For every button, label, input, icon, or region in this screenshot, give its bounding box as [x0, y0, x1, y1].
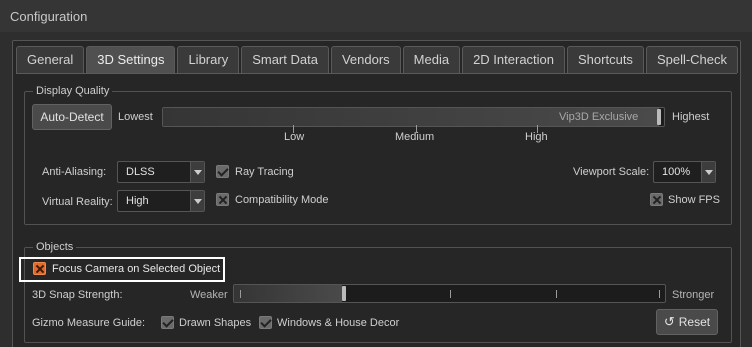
tab-general[interactable]: General: [16, 46, 85, 73]
quality-slider-value-label: Vip3D Exclusive: [559, 111, 639, 123]
snap-tick: [450, 290, 451, 298]
anti-aliasing-select[interactable]: DLSS: [117, 161, 205, 183]
highest-label: Highest: [672, 111, 710, 123]
snap-tick: [659, 290, 660, 298]
tick-label-low: Low: [284, 131, 305, 143]
viewport-scale-label: Viewport Scale:: [573, 166, 650, 178]
show-fps-label: Show FPS: [668, 194, 720, 206]
chevron-down-icon: [701, 162, 715, 182]
tab-spell-check[interactable]: Spell-Check: [645, 46, 739, 73]
tab-2d-interaction[interactable]: 2D Interaction: [462, 46, 566, 73]
chevron-down-icon: [190, 162, 204, 182]
snap-slider-fill: [234, 285, 342, 302]
ray-tracing-checkbox[interactable]: [216, 165, 229, 178]
tab-shortcuts[interactable]: Shortcuts: [567, 46, 644, 73]
drawn-shapes-label: Drawn Shapes: [179, 317, 252, 329]
snap-strength-slider[interactable]: [233, 284, 666, 303]
quality-slider-handle[interactable]: [657, 109, 661, 125]
show-fps-checkbox[interactable]: [650, 193, 663, 206]
reset-button[interactable]: ↺ Reset: [656, 309, 718, 335]
windows-decor-checkbox[interactable]: [259, 316, 272, 329]
display-quality-slider[interactable]: Vip3D Exclusive: [162, 107, 665, 133]
snap-tick: [240, 290, 241, 298]
lowest-label: Lowest: [118, 111, 153, 123]
objects-legend: Objects: [33, 240, 77, 254]
anti-aliasing-label: Anti-Aliasing:: [42, 166, 107, 178]
selection-highlight: [19, 257, 225, 282]
title-bar: Configuration: [0, 0, 752, 32]
anti-aliasing-value: DLSS: [126, 166, 155, 178]
auto-detect-button[interactable]: Auto-Detect: [32, 104, 112, 130]
tab-divider: [16, 73, 737, 74]
snap-tick: [556, 290, 557, 298]
tab-vendors[interactable]: Vendors: [330, 46, 401, 73]
snap-strength-label: 3D Snap Strength:: [32, 289, 123, 301]
tab-media[interactable]: Media: [402, 46, 461, 73]
display-quality-legend: Display Quality: [33, 84, 113, 98]
tick-label-medium: Medium: [395, 131, 435, 143]
window-title: Configuration: [10, 9, 88, 24]
chevron-down-icon: [190, 191, 204, 211]
tab-smart-data[interactable]: Smart Data: [241, 46, 329, 73]
windows-decor-label: Windows & House Decor: [277, 317, 400, 329]
tick-label-high: High: [525, 131, 548, 143]
stronger-label: Stronger: [672, 289, 715, 301]
viewport-scale-value: 100%: [662, 166, 691, 178]
ray-tracing-label: Ray Tracing: [235, 166, 294, 178]
tab-library[interactable]: Library: [177, 46, 240, 73]
virtual-reality-value: High: [126, 195, 149, 207]
snap-slider-handle[interactable]: [342, 286, 346, 301]
compatibility-mode-checkbox[interactable]: [216, 193, 229, 206]
virtual-reality-select[interactable]: High: [117, 190, 205, 212]
reset-label: Reset: [678, 315, 711, 329]
virtual-reality-label: Virtual Reality:: [42, 196, 113, 208]
drawn-shapes-checkbox[interactable]: [161, 316, 174, 329]
undo-icon: ↺: [663, 314, 675, 329]
viewport-scale-select[interactable]: 100%: [653, 161, 716, 183]
weaker-label: Weaker: [190, 289, 228, 301]
tab-3d-settings[interactable]: 3D Settings: [86, 46, 176, 73]
compatibility-mode-label: Compatibility Mode: [235, 194, 329, 206]
gizmo-measure-label: Gizmo Measure Guide:: [32, 317, 146, 329]
tab-bar: General 3D Settings Library Smart Data V…: [16, 46, 740, 73]
